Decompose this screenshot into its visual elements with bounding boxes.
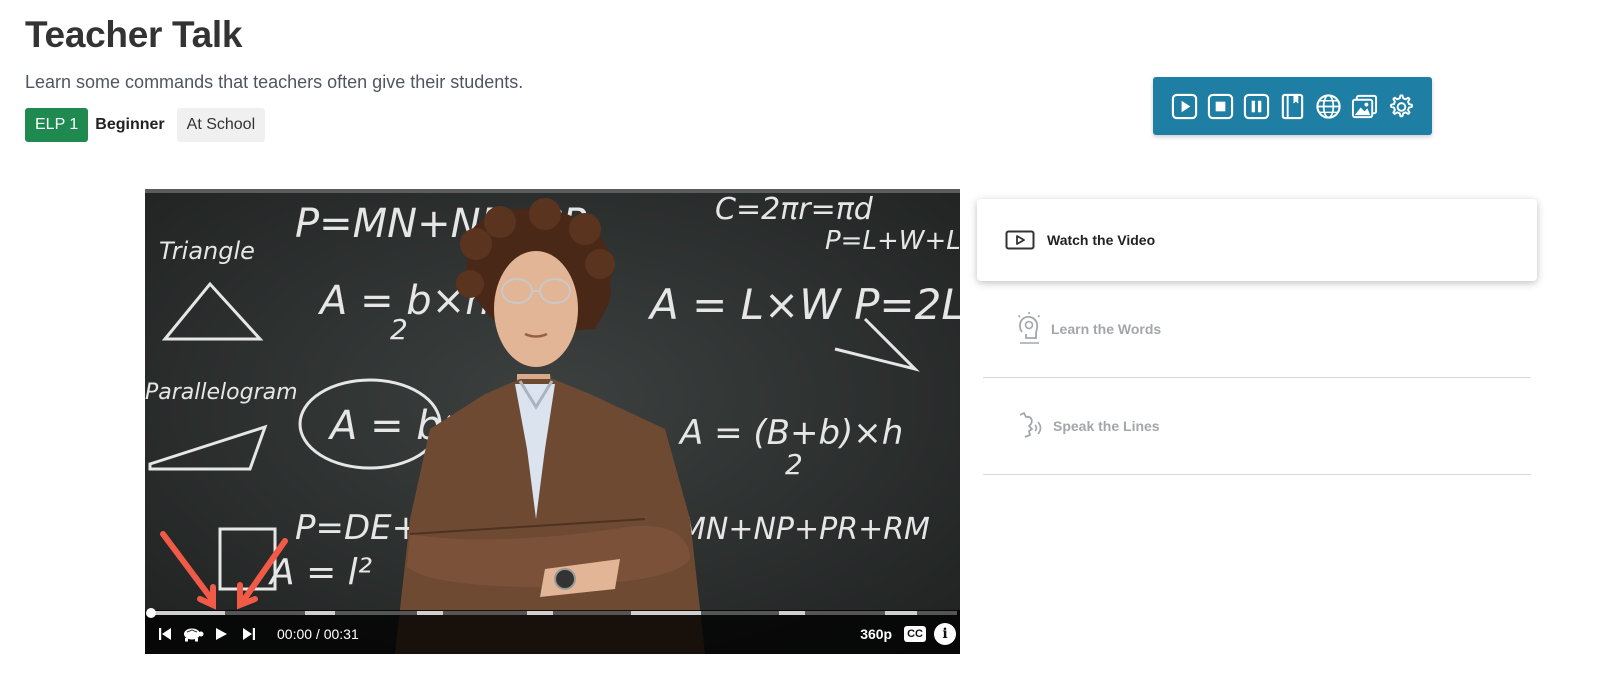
skip-back-icon xyxy=(159,628,171,640)
chapter-marker xyxy=(527,611,553,615)
page-subtitle: Learn some commands that teachers often … xyxy=(25,72,524,92)
info-button[interactable]: i xyxy=(934,623,956,645)
pause-button[interactable] xyxy=(1243,93,1270,120)
progress-handle[interactable] xyxy=(146,608,156,618)
chalk-formula: Parallelogram xyxy=(145,380,298,405)
play-video-button[interactable] xyxy=(207,620,235,648)
step-label: Speak the Lines xyxy=(1053,418,1160,434)
skip-forward-icon xyxy=(243,628,255,640)
step-speak-lines[interactable]: Speak the Lines xyxy=(983,378,1531,475)
topic-tag[interactable]: At School xyxy=(176,108,266,142)
picture-button[interactable] xyxy=(1351,93,1378,120)
lightbulb-head-icon xyxy=(1017,312,1041,344)
video-icon xyxy=(1005,230,1035,250)
dictionary-button[interactable] xyxy=(1279,93,1306,120)
chalk-formula: A = (B+b)×h xyxy=(678,413,903,453)
control-row: 00:00 / 00:31 360p CC i xyxy=(145,618,960,650)
skip-back-button[interactable] xyxy=(151,620,179,648)
stop-icon xyxy=(1207,93,1234,119)
skip-forward-button[interactable] xyxy=(235,620,263,648)
chalk-formula: 2 xyxy=(390,313,408,346)
stop-button[interactable] xyxy=(1207,93,1234,120)
time-display: 00:00 / 00:31 xyxy=(277,626,359,642)
globe-icon xyxy=(1316,93,1341,119)
chapter-marker xyxy=(305,611,335,615)
activity-steps: Watch the Video Learn the Words Speak th… xyxy=(977,199,1537,475)
picture-icon xyxy=(1351,94,1378,118)
chalk-formula: A = l² xyxy=(268,552,372,593)
reader-toolbar xyxy=(1153,77,1432,135)
elp-badge: ELP 1 xyxy=(25,108,89,142)
step-label: Learn the Words xyxy=(1051,321,1162,337)
play-button[interactable] xyxy=(1171,93,1198,120)
chalk-formula: C=2πr=πd xyxy=(715,192,874,227)
step-watch-video[interactable]: Watch the Video xyxy=(977,199,1537,281)
chalk-formula: Triangle xyxy=(159,237,255,265)
chapter-marker xyxy=(631,611,701,615)
step-learn-words[interactable]: Learn the Words xyxy=(983,281,1531,378)
dictionary-icon xyxy=(1281,93,1304,119)
settings-button[interactable] xyxy=(1387,93,1414,120)
chapter-marker xyxy=(885,611,917,615)
level-label: Beginner xyxy=(95,116,165,133)
slow-speed-button[interactable] xyxy=(179,620,207,648)
quality-button[interactable]: 360p xyxy=(860,626,892,642)
chalk-formula: MN+NP+PR+RM xyxy=(680,512,930,547)
chapter-marker xyxy=(417,611,443,615)
translate-button[interactable] xyxy=(1315,93,1342,120)
chalk-formula: P=L+W+L xyxy=(825,226,960,256)
step-label: Watch the Video xyxy=(1047,232,1156,248)
pause-icon xyxy=(1243,93,1270,119)
video-player[interactable]: P=MN+NP+PR C=2πr=πd Triangle A = b×h 2 A… xyxy=(145,189,960,654)
play-icon xyxy=(216,628,227,640)
tag-row: ELP 1 Beginner At School xyxy=(25,108,266,142)
chalk-formula: A = L×W P=2L+2W xyxy=(647,280,960,329)
chapter-marker xyxy=(779,611,805,615)
gear-icon xyxy=(1390,93,1413,117)
video-frame: P=MN+NP+PR C=2πr=πd Triangle A = b×h 2 A… xyxy=(145,189,960,654)
play-icon xyxy=(1171,93,1198,119)
speaking-icon xyxy=(1019,412,1042,438)
page-title: Teacher Talk xyxy=(25,14,243,55)
chapter-marker xyxy=(153,611,225,615)
chalk-formula: 2 xyxy=(785,448,803,481)
captions-button[interactable]: CC xyxy=(904,626,926,642)
turtle-icon xyxy=(184,628,204,642)
